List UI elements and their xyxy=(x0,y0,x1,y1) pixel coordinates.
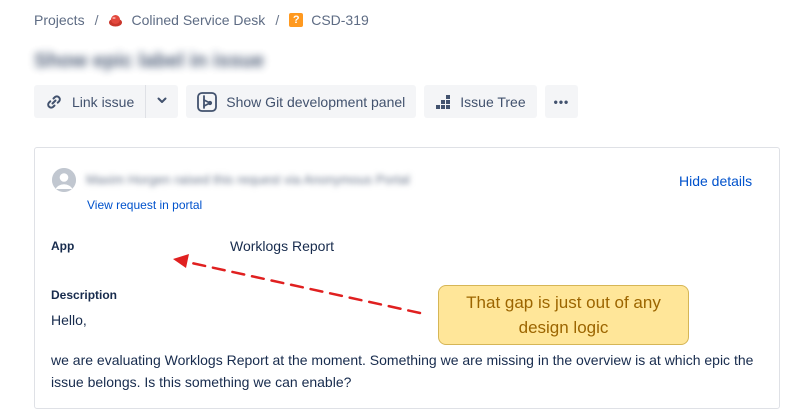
breadcrumb-project[interactable]: Colined Service Desk xyxy=(131,12,265,28)
page-title: Show epic label in issue xyxy=(34,50,265,72)
git-panel-label: Show Git development panel xyxy=(226,93,406,110)
annotation-callout: That gap is just out of any design logic xyxy=(438,285,689,345)
chevron-down-icon xyxy=(155,93,169,110)
issue-toolbar: Link issue Show Git development panel Is… xyxy=(34,85,579,118)
breadcrumb-separator: / xyxy=(275,12,280,28)
issue-tree-icon xyxy=(434,93,452,111)
issue-tree-button[interactable]: Issue Tree xyxy=(424,85,537,118)
link-issue-dropdown-button[interactable] xyxy=(146,85,179,118)
view-request-in-portal-link[interactable]: View request in portal xyxy=(87,198,202,212)
issue-tree-label: Issue Tree xyxy=(460,93,526,110)
annotation-arrow xyxy=(173,254,422,315)
description-greeting: Hello, xyxy=(51,312,87,328)
link-issue-group: Link issue xyxy=(34,85,179,118)
link-issue-button[interactable]: Link issue xyxy=(34,85,146,118)
link-icon xyxy=(44,92,64,112)
more-icon: ••• xyxy=(553,94,570,109)
hide-details-link[interactable]: Hide details xyxy=(679,173,752,189)
breadcrumb-issue-key[interactable]: CSD-319 xyxy=(311,12,369,28)
reporter-line: Maxim Horgen raised this request via Ano… xyxy=(86,172,410,187)
avatar-icon xyxy=(52,168,76,192)
more-actions-button[interactable]: ••• xyxy=(544,85,579,118)
description-field-label: Description xyxy=(51,288,118,302)
git-integration-icon xyxy=(196,91,218,113)
git-panel-button[interactable]: Show Git development panel xyxy=(186,85,417,118)
service-desk-project-icon xyxy=(108,13,123,28)
breadcrumb-projects[interactable]: Projects xyxy=(34,12,85,28)
description-line: issue belongs. Is this something we can … xyxy=(51,374,352,390)
link-issue-label: Link issue xyxy=(72,93,135,110)
app-field-label: App xyxy=(51,239,75,253)
breadcrumb-separator: / xyxy=(94,12,99,28)
breadcrumb: Projects / Colined Service Desk / ? CSD-… xyxy=(34,11,369,29)
question-issue-type-icon: ? xyxy=(289,13,304,27)
description-line: we are evaluating Worklogs Report at the… xyxy=(51,352,754,368)
